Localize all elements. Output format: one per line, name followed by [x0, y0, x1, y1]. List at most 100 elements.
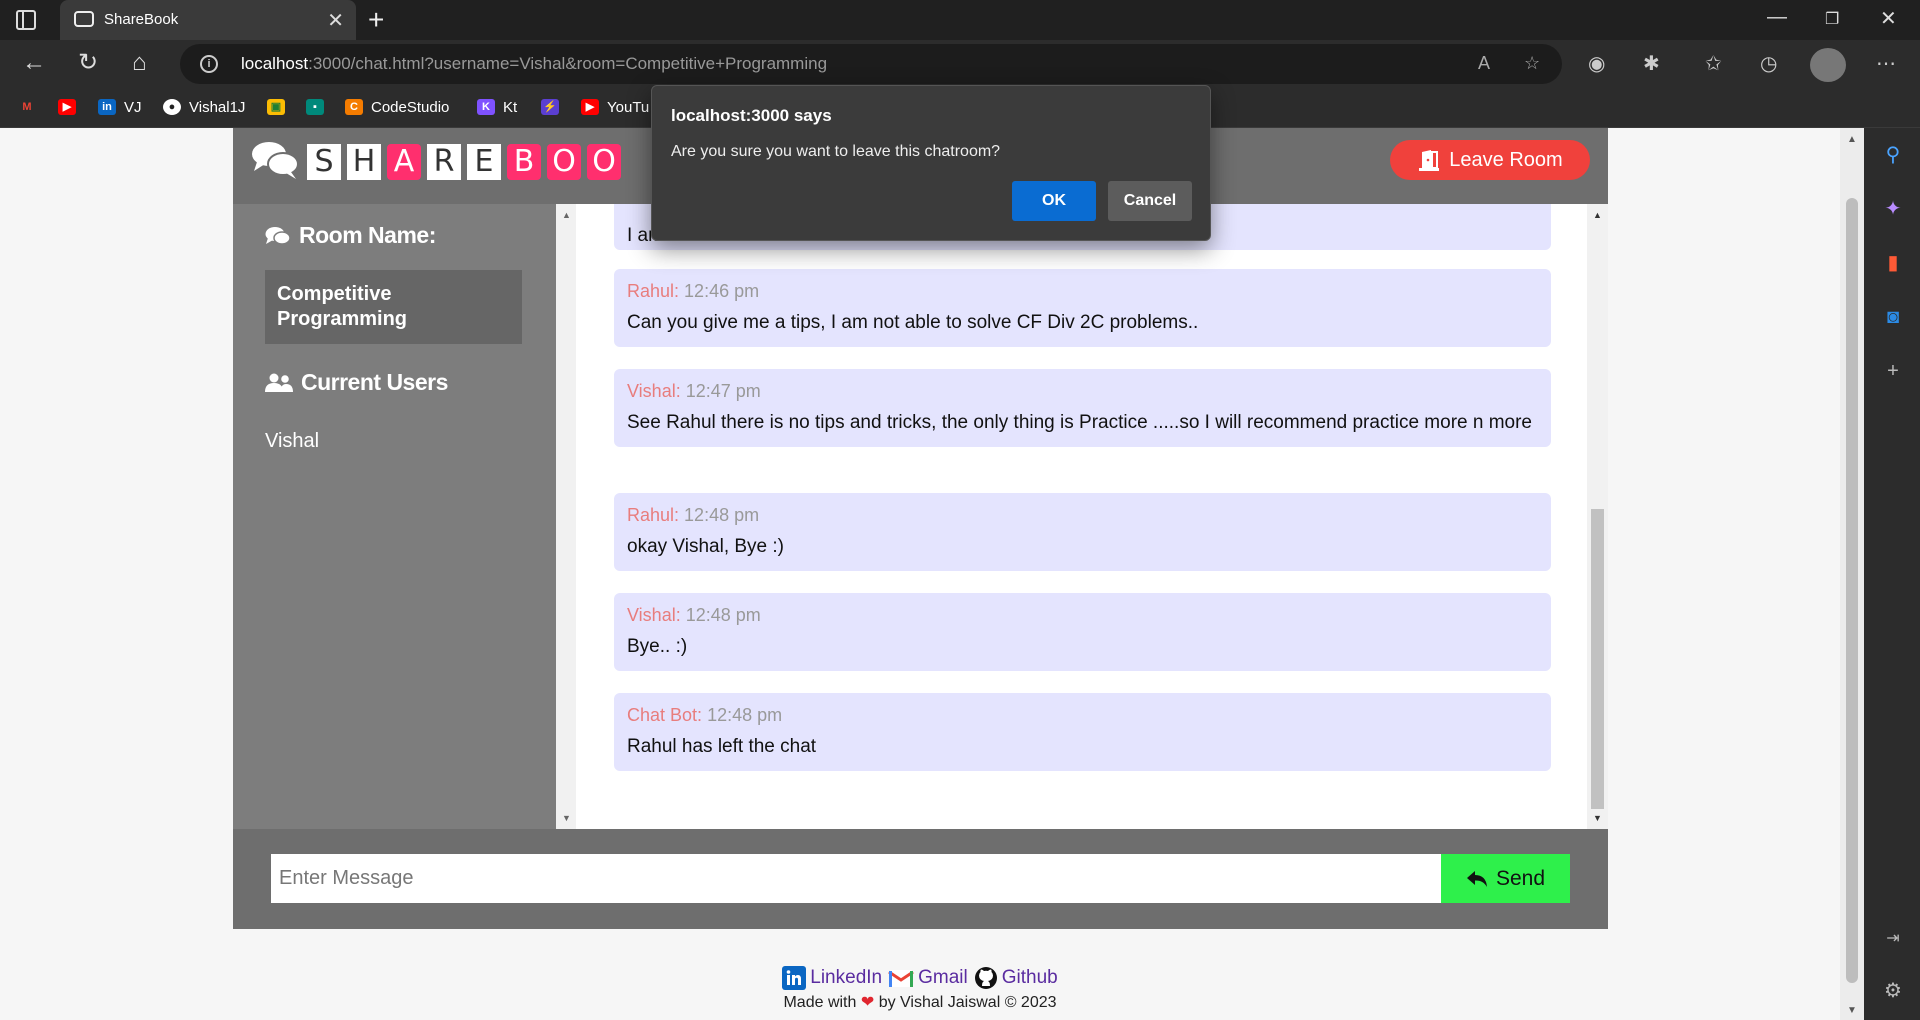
more-menu-icon[interactable]: ⋯: [1876, 51, 1896, 76]
current-users-heading: Current Users: [265, 369, 448, 396]
history-icon[interactable]: ◷: [1760, 51, 1777, 76]
add-sidebar-app-icon[interactable]: +: [1882, 360, 1904, 382]
message-meta: Vishal: 12:48 pm: [627, 605, 1538, 626]
settings-icon[interactable]: ⚙: [1882, 980, 1904, 1002]
github-icon: ●: [163, 99, 181, 115]
url-text[interactable]: localhost:3000/chat.html?username=Vishal…: [241, 54, 827, 74]
extensions-icon[interactable]: ✱: [1643, 51, 1660, 76]
kotlin-icon: K: [477, 99, 495, 115]
bookmark-meet[interactable]: ▪: [306, 96, 324, 118]
send-button[interactable]: Send: [1441, 854, 1570, 903]
site-info-icon[interactable]: i: [200, 55, 218, 73]
github-label: Github: [1001, 967, 1058, 988]
scroll-up-icon[interactable]: ▲: [1847, 134, 1857, 145]
favorites-icon[interactable]: ✩: [1705, 51, 1722, 76]
window-close-icon[interactable]: ✕: [1880, 6, 1897, 31]
page-footer: LinkedIn Gmail Github Made with ❤ by Vis…: [0, 966, 1840, 1012]
tab-actions-icon[interactable]: [16, 10, 36, 30]
logo-letter: A: [387, 144, 421, 180]
bolt-icon: ⚡: [541, 99, 559, 115]
bookmark-github[interactable]: ● Vishal1J: [163, 96, 245, 118]
messages-scrollbar[interactable]: ▲ ▼: [1587, 204, 1608, 829]
message-time: 12:47 pm: [685, 381, 761, 401]
browser-tab[interactable]: ShareBook ✕: [60, 0, 356, 40]
cancel-button[interactable]: Cancel: [1108, 181, 1192, 221]
logo-letter: O: [587, 144, 621, 180]
logo-letter: B: [507, 144, 541, 180]
ok-button[interactable]: OK: [1012, 181, 1096, 221]
minimize-icon[interactable]: —: [1767, 6, 1787, 29]
message-text: okay Vishal, Bye :): [627, 536, 785, 557]
credit-pre: Made with: [783, 994, 857, 1011]
message-author: Vishal:: [627, 605, 681, 625]
confirm-dialog: localhost:3000 says Are you sure you wan…: [651, 85, 1211, 241]
chat-message: Rahul: 12:46 pm Can you give me a tips, …: [614, 269, 1551, 347]
message-text: Can you give me a tips, I am not able to…: [627, 312, 1199, 333]
leave-room-button[interactable]: Leave Room: [1390, 140, 1590, 180]
message-author: Chat Bot:: [627, 705, 703, 725]
meet-icon: ▪: [306, 99, 324, 115]
refresh-icon[interactable]: ↻: [78, 50, 98, 76]
read-aloud-icon[interactable]: A: [1478, 53, 1490, 74]
outlook-icon[interactable]: ◙: [1882, 306, 1904, 328]
bookmark-vj[interactable]: in VJ: [98, 96, 142, 118]
logo-letter: H: [347, 144, 381, 180]
gmail-label: Gmail: [918, 967, 968, 988]
linkedin-link[interactable]: LinkedIn: [782, 966, 882, 990]
copilot-icon[interactable]: ✦: [1882, 198, 1904, 220]
dialog-title: localhost:3000 says: [671, 106, 832, 125]
room-name-value: Competitive Programming: [265, 270, 522, 344]
bookmark-bolt[interactable]: ⚡: [541, 96, 559, 118]
credit-post: by Vishal Jaiswal © 2023: [878, 994, 1057, 1011]
message-composer: Send: [233, 829, 1608, 929]
bookmark-gmail[interactable]: M: [18, 96, 36, 118]
hide-sidebar-icon[interactable]: ⇥: [1882, 928, 1904, 950]
gmail-icon: M: [22, 101, 32, 113]
bookmark-youtube[interactable]: ▶: [58, 96, 76, 118]
new-tab-icon[interactable]: +: [368, 4, 384, 36]
gmail-link[interactable]: Gmail: [888, 967, 968, 989]
page-viewport: SHAREBOO Leave Room Room Name: Competiti…: [0, 128, 1840, 1020]
close-tab-icon[interactable]: ✕: [327, 8, 344, 33]
office-icon[interactable]: ▮: [1882, 252, 1904, 274]
scroll-down-icon[interactable]: ▼: [1593, 813, 1602, 823]
bookmark-label: Kt: [503, 98, 518, 116]
scroll-down-icon[interactable]: ▼: [1847, 1005, 1857, 1016]
message-input[interactable]: [271, 854, 1441, 903]
bookmark-classroom[interactable]: ▣: [267, 96, 285, 118]
restore-icon[interactable]: ❐: [1825, 9, 1839, 29]
logo-letter: S: [307, 144, 341, 180]
scroll-up-icon[interactable]: ▲: [562, 210, 571, 220]
bookmark-youtube-2[interactable]: ▶ YouTu: [581, 96, 649, 118]
scroll-up-icon[interactable]: ▲: [1593, 210, 1602, 220]
message-author: Rahul:: [627, 505, 680, 525]
scroll-down-icon[interactable]: ▼: [562, 813, 571, 823]
profile-avatar[interactable]: [1810, 48, 1846, 82]
user-list-item: Vishal: [265, 430, 320, 452]
screenshot-icon[interactable]: ◉: [1588, 51, 1605, 76]
comments-icon: [252, 142, 299, 179]
codestudio-icon: C: [345, 99, 363, 115]
home-icon[interactable]: ⌂: [132, 50, 147, 76]
scrollbar-thumb[interactable]: [1846, 198, 1858, 983]
back-icon[interactable]: ←: [22, 50, 46, 76]
message-time: 12:48 pm: [685, 605, 761, 625]
chat-message: Rahul: 12:48 pm okay Vishal, Bye :): [614, 493, 1551, 571]
favorite-add-icon[interactable]: ☆: [1524, 53, 1540, 74]
message-time: 12:48 pm: [684, 505, 760, 525]
scrollbar-thumb[interactable]: [1591, 509, 1604, 809]
github-link[interactable]: Github: [974, 966, 1058, 990]
browser-toolbar: ← ↻ ⌂ i localhost:3000/chat.html?usernam…: [0, 40, 1920, 88]
bookmark-codestudio[interactable]: C CodeStudio: [345, 96, 449, 118]
chat-favicon-icon: [74, 11, 94, 27]
message-text: Rahul has left the chat: [627, 736, 817, 757]
youtube-icon: ▶: [581, 99, 599, 115]
search-icon[interactable]: ⚲: [1882, 144, 1904, 166]
bookmark-kotlin[interactable]: K Kt: [477, 96, 517, 118]
message-meta: Chat Bot: 12:48 pm: [627, 705, 1538, 726]
message-text: Bye.. :): [627, 636, 688, 657]
address-bar[interactable]: i localhost:3000/chat.html?username=Vish…: [180, 44, 1562, 84]
sidebar-scrollbar[interactable]: ▲ ▼: [556, 204, 576, 829]
chat-messages: I am Rahul: 12:46 pm Can you give me a t…: [576, 204, 1587, 829]
page-scrollbar[interactable]: ▲ ▼: [1840, 128, 1864, 1020]
